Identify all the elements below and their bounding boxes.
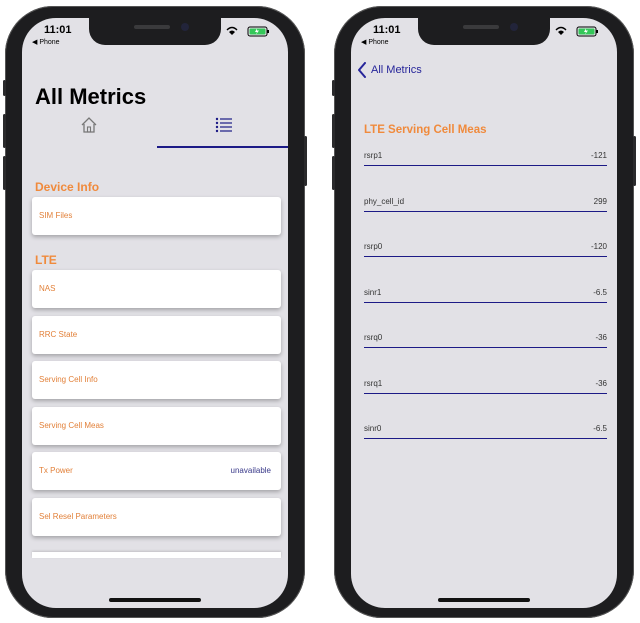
meas-key: sinr0 [364, 424, 382, 433]
meas-row: rsrq1 -36 [364, 375, 607, 394]
meas-key: rsrq1 [364, 379, 383, 388]
meas-row: phy_cell_id 299 [364, 193, 607, 212]
list-item-label: Serving Cell Info [39, 375, 98, 384]
status-back-to-phone[interactable]: ◀ Phone [361, 38, 389, 46]
notch [89, 18, 221, 45]
list-item-partial [32, 552, 281, 558]
notch [418, 18, 550, 45]
meas-value: -6.5 [593, 288, 607, 297]
volume-down-button [3, 156, 6, 190]
tab-selected-indicator [157, 146, 288, 148]
home-indicator[interactable] [109, 598, 201, 602]
side-button [633, 136, 636, 186]
list-item-label: SIM Files [39, 211, 73, 220]
chevron-left-icon [358, 62, 366, 78]
meas-value: -120 [590, 242, 607, 251]
list-item-sim-files[interactable]: SIM Files [32, 197, 281, 235]
home-icon[interactable] [80, 116, 98, 134]
meas-value: -36 [595, 333, 607, 342]
list-item-label: Serving Cell Meas [39, 421, 104, 430]
volume-down-button [332, 156, 335, 190]
wifi-icon [226, 26, 238, 35]
list-item-serving-cell-info[interactable]: Serving Cell Info [32, 361, 281, 399]
page-title: All Metrics [35, 84, 147, 109]
section-title-device-info: Device Info [35, 180, 100, 194]
meas-key: rsrp1 [364, 151, 383, 160]
list-item-serving-cell-meas[interactable]: Serving Cell Meas [32, 407, 281, 445]
meas-key: sinr1 [364, 288, 382, 297]
meas-key: rsrq0 [364, 333, 383, 342]
meas-key: rsrp0 [364, 242, 383, 251]
list-item-label: NAS [39, 284, 56, 293]
status-time: 11:01 [373, 24, 401, 36]
back-button-label: All Metrics [371, 64, 422, 76]
mute-switch [332, 80, 335, 96]
meas-key: phy_cell_id [364, 197, 405, 206]
meas-row: rsrp1 -121 [364, 147, 607, 166]
list-item-sel-resel-parameters[interactable]: Sel Resel Parameters [32, 498, 281, 536]
list-item-value: unavailable [230, 466, 271, 475]
battery-icon [247, 26, 269, 37]
meas-value: -6.5 [593, 424, 607, 433]
meas-value: -36 [595, 379, 607, 388]
status-icons [226, 26, 269, 37]
meas-value: -121 [590, 151, 607, 160]
section-title-lte: LTE [35, 253, 57, 267]
list-item-label: Sel Resel Parameters [39, 512, 117, 521]
list-item-label: RRC State [39, 330, 78, 339]
volume-up-button [3, 114, 6, 148]
screen-all-metrics: 11:01 ◀ Phone All Metrics Device Info SI… [22, 18, 288, 608]
meas-row: rsrp0 -120 [364, 238, 607, 257]
list-item-label: Tx Power [39, 466, 73, 475]
battery-icon [576, 26, 598, 37]
status-back-to-phone[interactable]: ◀ Phone [32, 38, 60, 46]
status-icons [555, 26, 598, 37]
phone-right: 11:01 ◀ Phone All Metrics LTE Serving Ce… [332, 6, 636, 618]
list-item-tx-power[interactable]: Tx Power unavailable [32, 452, 281, 490]
volume-up-button [332, 114, 335, 148]
screen-lte-serving-cell-meas: 11:01 ◀ Phone All Metrics LTE Serving Ce… [351, 18, 617, 608]
list-item-rrc-state[interactable]: RRC State [32, 316, 281, 354]
phone-left: 11:01 ◀ Phone All Metrics Device Info SI… [3, 6, 307, 618]
list-icon[interactable] [215, 117, 233, 133]
mute-switch [3, 80, 6, 96]
wifi-icon [555, 26, 567, 35]
meas-row: sinr1 -6.5 [364, 284, 607, 303]
home-indicator[interactable] [438, 598, 530, 602]
page-title: LTE Serving Cell Meas [364, 124, 487, 136]
status-time: 11:01 [44, 24, 72, 36]
meas-row: sinr0 -6.5 [364, 420, 607, 439]
list-item-nas[interactable]: NAS [32, 270, 281, 308]
meas-row: rsrq0 -36 [364, 329, 607, 348]
meas-value: 299 [593, 197, 607, 206]
side-button [304, 136, 307, 186]
